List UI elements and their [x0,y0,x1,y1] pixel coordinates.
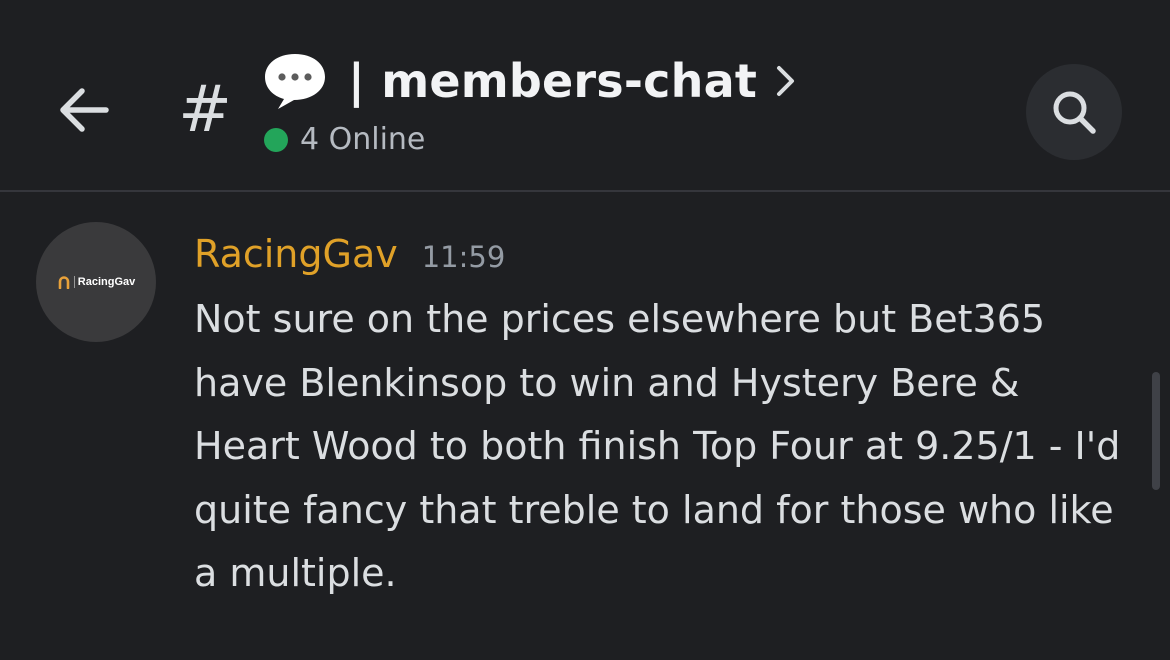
chat-screen: # | members-chat 4 Online RacingGav Raci… [0,0,1170,660]
message-header: RacingGav 11:59 [194,232,505,276]
online-status: 4 Online [264,122,425,157]
message-text: Not sure on the prices elsewhere but Bet… [194,297,1121,595]
speech-balloon-icon [265,54,325,109]
search-button[interactable] [1026,64,1122,160]
avatar-logo: RacingGav [57,275,135,289]
horseshoe-icon [58,275,70,289]
online-count: 4 Online [300,122,426,157]
avatar[interactable]: RacingGav [36,222,156,342]
channel-title[interactable]: | members-chat [262,46,797,116]
channel-name: | members-chat [348,54,758,108]
channel-header: # | members-chat 4 Online [0,0,1170,192]
chevron-right-icon [777,66,795,96]
hash-icon: # [178,73,232,147]
message-author[interactable]: RacingGav [194,232,398,276]
online-dot-icon [264,127,288,152]
search-icon [1053,91,1096,134]
scrollbar[interactable] [1152,372,1160,490]
message-item: RacingGav RacingGav 11:59 Not sure on th… [0,192,1170,660]
arrow-left-icon [60,88,109,132]
back-button[interactable] [48,74,120,146]
message-timestamp: 11:59 [421,240,506,274]
avatar-label: RacingGav [73,276,135,288]
